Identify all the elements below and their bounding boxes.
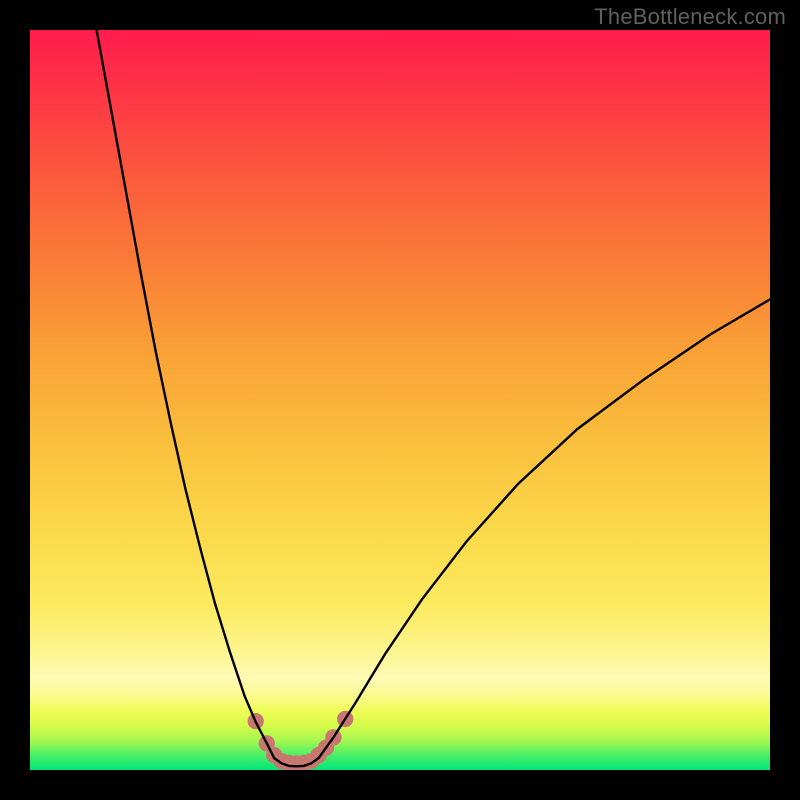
bottleneck-curve	[97, 30, 770, 766]
line-group	[97, 30, 770, 766]
watermark-text: TheBottleneck.com	[594, 4, 786, 30]
chart-svg	[30, 30, 770, 770]
chart-frame: TheBottleneck.com	[0, 0, 800, 800]
plot-area	[30, 30, 770, 770]
marker-group	[248, 711, 354, 770]
